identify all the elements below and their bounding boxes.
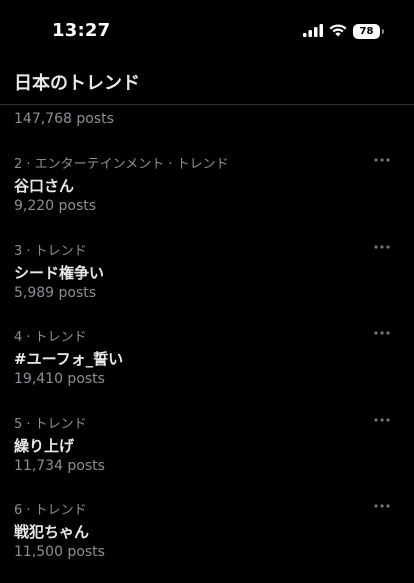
trend-title: 谷口さん: [14, 177, 75, 195]
trend-posts: 19,410 posts: [14, 371, 105, 387]
trend-meta: 4 · トレンド: [14, 330, 87, 345]
status-time: 13:27: [52, 20, 111, 41]
page-title: 日本のトレンド: [14, 73, 140, 94]
trend-item[interactable]: 4 · トレンド #ユーフォ_誓い 19,410 posts: [0, 323, 414, 410]
trend-item[interactable]: 2 · エンターテインメント · トレンド 谷口さん 9,220 posts: [0, 150, 414, 237]
status-bar: 13:27 78: [0, 0, 414, 58]
more-options-icon[interactable]: [372, 323, 392, 343]
trend-posts-partial: 147,768 posts: [14, 111, 114, 127]
trend-posts: 9,220 posts: [14, 198, 97, 214]
more-options-icon[interactable]: [372, 150, 392, 170]
trend-meta: 5 · トレンド: [14, 416, 87, 432]
wifi-icon: [329, 22, 347, 41]
status-icons: 78: [303, 22, 384, 41]
trend-title: シード権争い: [14, 263, 105, 282]
battery-icon: 78: [353, 24, 384, 39]
trend-item[interactable]: 5 · トレンド 繰り上げ 11,734 posts: [0, 410, 414, 497]
trend-title: #ユーフォ_誓い: [14, 350, 124, 368]
more-options-icon[interactable]: [372, 410, 392, 430]
trend-meta: 6 · トレンド: [14, 503, 87, 518]
cellular-signal-icon: [303, 22, 323, 41]
more-options-icon[interactable]: [372, 237, 392, 257]
trend-meta: 3 · トレンド: [14, 243, 87, 259]
more-options-icon[interactable]: [372, 496, 392, 516]
trend-title: 繰り上げ: [14, 436, 75, 455]
trend-title: 戦犯ちゃん: [14, 523, 90, 541]
page-header: 日本のトレンド: [0, 58, 414, 105]
trend-item[interactable]: 6 · トレンド 戦犯ちゃん 11,500 posts: [0, 496, 414, 583]
trend-list: 2 · エンターテインメント · トレンド 谷口さん 9,220 posts 3…: [0, 150, 414, 583]
battery-level: 78: [359, 26, 374, 37]
trend-meta: 2 · エンターテインメント · トレンド: [14, 157, 229, 172]
trend-posts: 5,989 posts: [14, 284, 97, 301]
trend-item[interactable]: 3 · トレンド シード権争い 5,989 posts: [0, 237, 414, 324]
battery-tip: [382, 29, 384, 34]
trend-posts: 11,734 posts: [14, 457, 105, 474]
trend-posts: 11,500 posts: [14, 544, 105, 560]
